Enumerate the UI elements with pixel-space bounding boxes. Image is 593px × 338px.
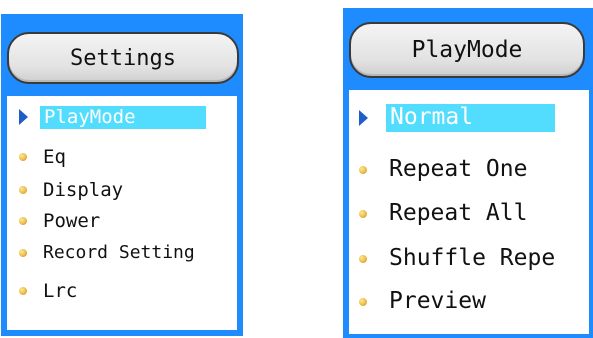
settings-menu: PlayMode Eq Display Power Record Setting… bbox=[7, 96, 237, 330]
bullet-dot-icon bbox=[19, 217, 27, 226]
menu-item-label: Lrc bbox=[43, 280, 78, 302]
settings-title-bar: Settings bbox=[7, 32, 239, 84]
menu-item-label: Repeat One bbox=[389, 156, 528, 182]
menu-item-label: Power bbox=[43, 210, 101, 232]
menu-item-label: Eq bbox=[43, 146, 66, 168]
menu-item-display[interactable]: Display bbox=[19, 179, 127, 202]
menu-item-eq[interactable]: Eq bbox=[19, 146, 70, 169]
menu-item-label: PlayMode bbox=[40, 106, 206, 129]
selector-arrow-icon bbox=[19, 109, 28, 126]
menu-item-label: Display bbox=[43, 179, 124, 201]
selector-arrow-icon bbox=[359, 109, 368, 126]
settings-screen: Settings PlayMode Eq Display Power Recor… bbox=[1, 14, 243, 336]
menu-item-preview[interactable]: Preview bbox=[359, 288, 490, 316]
menu-item-normal[interactable]: Normal bbox=[359, 104, 556, 132]
bullet-dot-icon bbox=[19, 287, 27, 296]
playmode-menu: Normal Repeat One Repeat All Shuffle Rep… bbox=[349, 90, 589, 334]
menu-item-lrc[interactable]: Lrc bbox=[19, 280, 81, 303]
playmode-title-bar: PlayMode bbox=[349, 22, 585, 78]
menu-item-label: Record Setting bbox=[43, 242, 195, 263]
bullet-dot-icon bbox=[359, 297, 367, 306]
bullet-dot-icon bbox=[19, 248, 27, 257]
menu-item-playmode[interactable]: PlayMode bbox=[19, 106, 206, 129]
menu-item-shuffle-repeat[interactable]: Shuffle Repe bbox=[359, 245, 559, 273]
menu-item-record-setting[interactable]: Record Setting bbox=[19, 242, 199, 264]
bullet-dot-icon bbox=[19, 186, 27, 195]
menu-item-repeat-one[interactable]: Repeat One bbox=[359, 156, 531, 184]
bullet-dot-icon bbox=[19, 153, 27, 162]
bullet-dot-icon bbox=[359, 165, 367, 174]
screen-title: PlayMode bbox=[411, 37, 523, 63]
menu-item-label: Shuffle Repe bbox=[389, 245, 556, 271]
menu-item-label: Repeat All bbox=[389, 200, 528, 226]
screen-title: Settings bbox=[70, 45, 176, 71]
menu-item-repeat-all[interactable]: Repeat All bbox=[359, 200, 531, 228]
bullet-dot-icon bbox=[359, 254, 367, 263]
menu-item-label: Preview bbox=[389, 288, 486, 314]
bullet-dot-icon bbox=[359, 209, 367, 218]
menu-item-label: Normal bbox=[386, 104, 556, 132]
playmode-screen: PlayMode Normal Repeat One Repeat All Sh… bbox=[343, 8, 593, 338]
menu-item-power[interactable]: Power bbox=[19, 210, 104, 233]
